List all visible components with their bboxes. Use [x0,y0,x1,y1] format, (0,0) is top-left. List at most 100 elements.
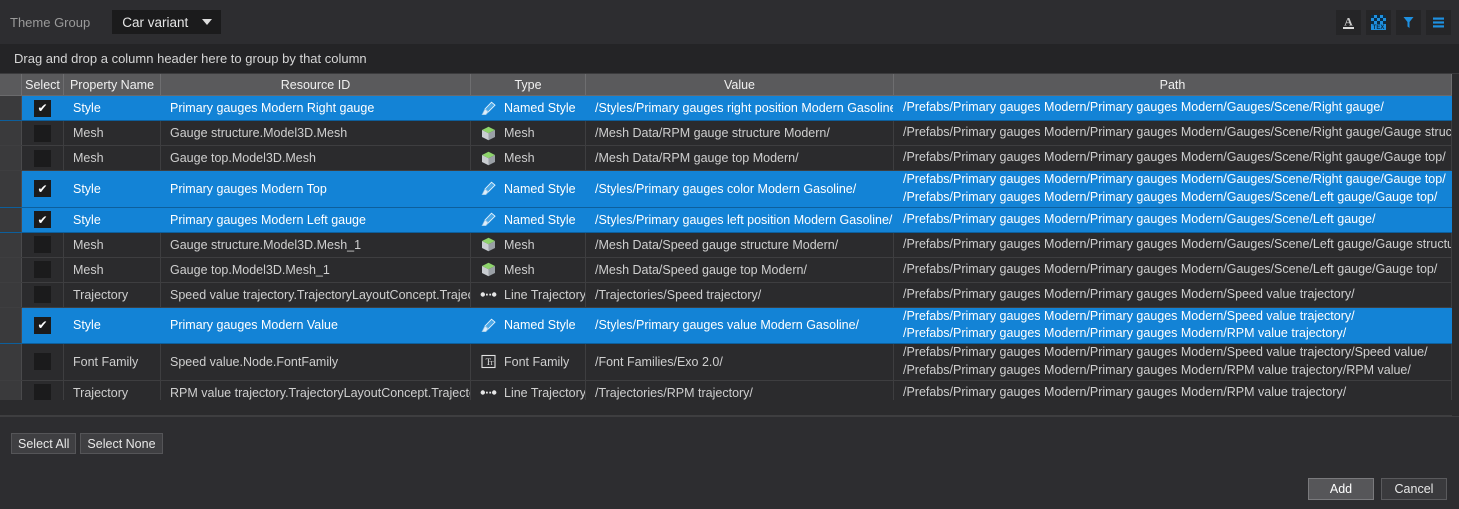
row-type-cell: TTFont Family [471,344,586,380]
theme-group-value: Car variant [122,15,188,30]
column-header-property-name[interactable]: Property Name [64,74,161,95]
row-path-line: /Prefabs/Primary gauges Modern/Primary g… [903,171,1446,189]
row-path-lines: /Prefabs/Primary gauges Modern/Primary g… [903,308,1355,344]
row-select-cell [22,121,64,145]
toolbar: Theme Group Car variant A [0,0,1459,44]
row-path-lines: /Prefabs/Primary gauges Modern/Primary g… [903,211,1375,229]
table-row[interactable]: ✔StylePrimary gauges Modern TopNamed Sty… [0,171,1459,208]
row-type-cell: Named Style [471,308,586,344]
row-select-cell: ✔ [22,96,64,120]
table-row[interactable]: Font FamilySpeed value.Node.FontFamilyTT… [0,344,1459,381]
row-resource-id-cell: Primary gauges Modern Top [161,171,471,207]
font-icon-button[interactable]: A [1336,10,1361,35]
group-by-drop-area[interactable]: Drag and drop a column header here to gr… [0,44,1459,74]
row-select-cell [22,146,64,170]
named-style-icon [480,317,497,334]
line-trajectory-icon [480,384,497,401]
row-value-cell: /Mesh Data/RPM gauge top Modern/ [586,146,894,170]
cancel-button[interactable]: Cancel [1381,478,1447,500]
select-none-button[interactable]: Select None [80,433,162,454]
table-row[interactable]: ✔StylePrimary gauges Modern Left gaugeNa… [0,208,1459,233]
select-all-button[interactable]: Select All [11,433,76,454]
table-row[interactable]: MeshGauge structure.Model3D.Mesh_1Mesh/M… [0,233,1459,258]
group-by-hint: Drag and drop a column header here to gr… [14,51,367,66]
table-row[interactable]: ✔StylePrimary gauges Modern ValueNamed S… [0,308,1459,345]
texture-icon-button[interactable]: TEX [1366,10,1391,35]
row-type-label: Line Trajectory [504,288,586,302]
selection-buttons: Select All Select None [11,433,163,454]
row-path-lines: /Prefabs/Primary gauges Modern/Primary g… [903,384,1346,402]
table-row[interactable]: MeshGauge structure.Model3D.MeshMesh/Mes… [0,121,1459,146]
table-row[interactable]: MeshGauge top.Model3D.Mesh_1Mesh/Mesh Da… [0,258,1459,283]
row-checkbox[interactable]: ✔ [34,317,51,334]
row-property-name-cell: Style [64,96,161,120]
column-header-value[interactable]: Value [586,74,894,95]
row-checkbox[interactable] [34,384,51,401]
table-row[interactable]: MeshGauge top.Model3D.MeshMesh/Mesh Data… [0,146,1459,171]
column-header-type[interactable]: Type [471,74,586,95]
grid-header-row: Select Property Name Resource ID Type Va… [0,74,1459,96]
column-header-resource-id[interactable]: Resource ID [161,74,471,95]
mesh-icon-wrap [480,125,497,142]
row-indicator-cell [0,96,22,120]
row-checkbox[interactable]: ✔ [34,100,51,117]
filter-icon [1400,14,1417,31]
row-checkbox[interactable]: ✔ [34,180,51,197]
column-header-indicator[interactable] [0,74,22,95]
row-path-cell: /Prefabs/Primary gauges Modern/Primary g… [894,258,1452,282]
row-indicator-cell [0,208,22,232]
column-header-select[interactable]: Select [22,74,64,95]
resources-grid: Select Property Name Resource ID Type Va… [0,74,1459,406]
row-type-cell: Mesh [471,233,586,257]
row-path-line: /Prefabs/Primary gauges Modern/Primary g… [903,261,1437,279]
row-resource-id-cell: Gauge top.Model3D.Mesh_1 [161,258,471,282]
named-style-icon-wrap [480,211,497,228]
row-checkbox[interactable] [34,261,51,278]
toolbar-icon-group: A TEX [1336,10,1451,35]
row-checkbox[interactable] [34,353,51,370]
row-path-line: /Prefabs/Primary gauges Modern/Primary g… [903,308,1355,326]
named-style-icon [480,180,497,197]
column-header-path[interactable]: Path [894,74,1452,95]
row-resource-id-cell: Speed value.Node.FontFamily [161,344,471,380]
row-resource-id-cell: Gauge structure.Model3D.Mesh_1 [161,233,471,257]
row-path-lines: /Prefabs/Primary gauges Modern/Primary g… [903,261,1437,279]
row-path-cell: /Prefabs/Primary gauges Modern/Primary g… [894,171,1452,207]
mesh-icon [480,261,497,278]
row-indicator-cell [0,146,22,170]
row-path-line: /Prefabs/Primary gauges Modern/Primary g… [903,362,1411,380]
row-type-label: Mesh [504,238,535,252]
row-path-cell: /Prefabs/Primary gauges Modern/Primary g… [894,283,1452,307]
row-indicator-cell [0,121,22,145]
row-indicator-cell [0,283,22,307]
table-row[interactable]: ✔StylePrimary gauges Modern Right gaugeN… [0,96,1459,121]
theme-group-label: Theme Group [10,15,90,30]
mesh-icon-wrap [480,236,497,253]
row-checkbox[interactable] [34,236,51,253]
row-type-cell: Line Trajectory [471,283,586,307]
row-path-line: /Prefabs/Primary gauges Modern/Primary g… [903,189,1437,207]
row-type-cell: Named Style [471,208,586,232]
add-button[interactable]: Add [1308,478,1374,500]
list-icon-button[interactable] [1426,10,1451,35]
filter-icon-button[interactable] [1396,10,1421,35]
row-select-cell [22,283,64,307]
named-style-icon [480,211,497,228]
row-path-lines: /Prefabs/Primary gauges Modern/Primary g… [903,99,1384,117]
row-select-cell: ✔ [22,308,64,344]
grid-body: ✔StylePrimary gauges Modern Right gaugeN… [0,96,1459,406]
list-icon [1430,14,1447,31]
theme-group-dropdown[interactable]: Car variant [112,10,221,34]
row-select-cell: ✔ [22,208,64,232]
row-indicator-cell [0,233,22,257]
row-checkbox[interactable] [34,286,51,303]
row-path-cell: /Prefabs/Primary gauges Modern/Primary g… [894,146,1452,170]
row-path-lines: /Prefabs/Primary gauges Modern/Primary g… [903,149,1446,167]
row-indicator-cell [0,308,22,344]
row-type-label: Named Style [504,318,576,332]
table-row[interactable]: TrajectorySpeed value trajectory.Traject… [0,283,1459,308]
row-property-name-cell: Trajectory [64,283,161,307]
row-checkbox[interactable] [34,150,51,167]
row-checkbox[interactable]: ✔ [34,211,51,228]
row-checkbox[interactable] [34,125,51,142]
